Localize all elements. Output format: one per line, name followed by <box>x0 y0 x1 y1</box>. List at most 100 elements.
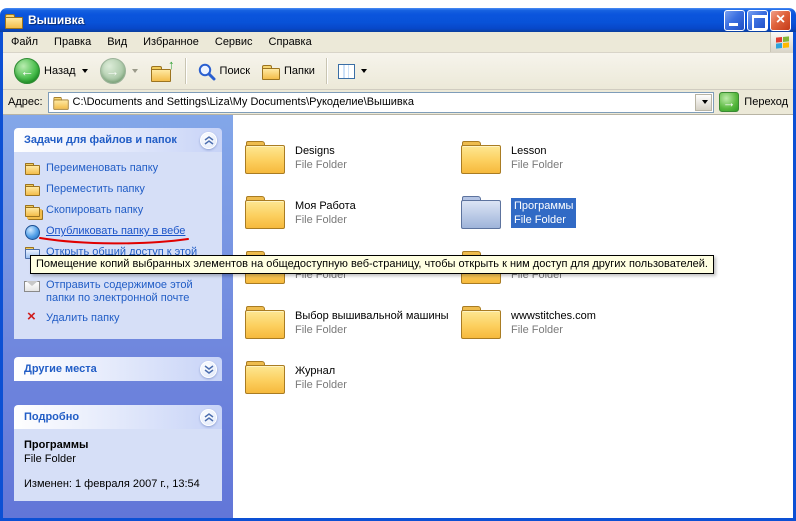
file-tile-lesson[interactable]: LessonFile Folder <box>461 130 677 185</box>
folders-label: Папки <box>284 65 315 77</box>
details-header[interactable]: Подробно <box>14 405 222 429</box>
forward-dropdown-icon <box>132 69 138 73</box>
file-tile-designs[interactable]: DesignsFile Folder <box>245 130 461 185</box>
menubar: Файл Правка Вид Избранное Сервис Справка <box>3 32 793 53</box>
file-tile-vybor-mashiny[interactable]: Выбор вышивальной машиныFile Folder <box>245 295 461 350</box>
toolbar-separator <box>326 58 327 84</box>
addressbar: Адрес: Переход <box>3 90 793 115</box>
address-field <box>48 92 715 113</box>
back-button[interactable]: Назад <box>9 56 93 86</box>
address-label: Адрес: <box>8 96 43 108</box>
minimize-button[interactable] <box>724 10 745 31</box>
task-item-move-folder[interactable]: Переместить папку <box>24 183 218 197</box>
folder-icon <box>461 306 503 339</box>
task-item-copy-folder[interactable]: Скопировать папку <box>24 204 218 218</box>
content: Задачи для файлов и папок Переименовать … <box>3 115 793 518</box>
expand-button[interactable] <box>200 361 217 378</box>
details-modified: Изменен: 1 февраля 2007 г., 13:54 <box>24 478 218 490</box>
folder-icon <box>245 306 287 339</box>
menu-item-edit[interactable]: Правка <box>46 32 99 52</box>
views-button[interactable] <box>333 62 372 81</box>
chevron-up-icon <box>204 413 214 422</box>
file-name: wwwstitches.com <box>511 309 596 323</box>
window-folder-icon <box>5 13 23 28</box>
publish-web-icon <box>24 225 40 239</box>
folder-icon <box>461 141 503 174</box>
file-type: File Folder <box>295 378 347 392</box>
rename-folder-icon <box>24 162 40 176</box>
other-places-header[interactable]: Другие места <box>14 357 222 381</box>
up-folder-icon: ↑ <box>150 62 174 81</box>
file-type: File Folder <box>514 213 573 227</box>
file-name: Программы <box>514 199 573 213</box>
email-icon <box>24 279 40 293</box>
task-item-delete-folder[interactable]: Удалить папку <box>24 312 218 326</box>
details-body: Программы File Folder Изменен: 1 февраля… <box>14 429 222 501</box>
details-panel: Подробно Программы File Folder Изменен: … <box>14 405 222 501</box>
sidebar: Задачи для файлов и папок Переименовать … <box>3 115 233 518</box>
folder-icon <box>245 141 287 174</box>
task-label: Опубликовать папку в вебе <box>46 225 185 239</box>
task-item-rename-folder[interactable]: Переименовать папку <box>24 162 218 176</box>
up-button[interactable]: ↑ <box>145 60 179 83</box>
go-button[interactable] <box>719 92 739 112</box>
file-tile-wwwstitches[interactable]: wwwstitches.comFile Folder <box>461 295 677 350</box>
dropdown-arrow-icon <box>702 100 708 104</box>
folders-button[interactable]: Папки <box>257 62 320 81</box>
chevron-up-icon <box>204 136 214 145</box>
collapse-button[interactable] <box>200 409 217 426</box>
file-type: File Folder <box>295 213 356 227</box>
task-item-email-folder[interactable]: Отправить содержимое этой папки по элект… <box>24 279 218 305</box>
task-label: Скопировать папку <box>46 204 143 218</box>
chevron-down-icon <box>204 365 214 374</box>
files-area: DesignsFile Folder LessonFile Folder Моя… <box>233 115 793 518</box>
back-label: Назад <box>44 65 76 77</box>
search-button[interactable]: Поиск <box>192 60 255 83</box>
file-tile-programmy[interactable]: ПрограммыFile Folder <box>461 185 677 240</box>
back-arrow-icon <box>14 58 40 84</box>
task-item-publish-to-web[interactable]: Опубликовать папку в вебе <box>24 225 218 239</box>
search-icon <box>197 62 216 81</box>
task-label: Удалить папку <box>46 312 120 326</box>
task-label: Переместить папку <box>46 183 145 197</box>
folders-icon <box>262 64 280 79</box>
tasks-panel-title: Задачи для файлов и папок <box>24 134 177 146</box>
toolbar-separator <box>185 58 186 84</box>
toolbar: Назад ↑ Поиск Папки <box>3 53 793 90</box>
maximize-button[interactable] <box>747 10 768 31</box>
windows-logo-icon <box>770 32 793 52</box>
close-button[interactable] <box>770 10 791 31</box>
file-tile-zhurnal[interactable]: ЖурналFile Folder <box>245 350 461 405</box>
folder-icon <box>245 361 287 394</box>
address-input[interactable] <box>73 96 693 108</box>
menu-item-tools[interactable]: Сервис <box>207 32 261 52</box>
file-type: File Folder <box>295 323 449 337</box>
titlebar: Вышивка <box>0 8 796 32</box>
file-name: Моя Работа <box>295 199 356 213</box>
menu-item-view[interactable]: Вид <box>99 32 135 52</box>
menu-item-favorites[interactable]: Избранное <box>135 32 207 52</box>
window-body: Файл Правка Вид Избранное Сервис Справка… <box>0 32 796 521</box>
file-tile-moya-rabota[interactable]: Моя РаботаFile Folder <box>245 185 461 240</box>
search-label: Поиск <box>220 65 250 77</box>
forward-button[interactable] <box>95 56 143 86</box>
address-dropdown-button[interactable] <box>695 94 712 111</box>
task-label: Переименовать папку <box>46 162 158 176</box>
tasks-panel-body: Переименовать папку Переместить папку Ск… <box>14 152 222 339</box>
folder-icon-selected <box>461 196 503 229</box>
folder-icon <box>245 196 287 229</box>
file-name: Журнал <box>295 364 347 378</box>
forward-arrow-icon <box>100 58 126 84</box>
task-label: Отправить содержимое этой папки по элект… <box>46 279 212 305</box>
delete-folder-icon <box>24 312 40 326</box>
address-folder-icon <box>53 96 68 109</box>
file-name: Выбор вышивальной машины <box>295 309 449 323</box>
collapse-button[interactable] <box>200 132 217 149</box>
details-type: File Folder <box>24 453 218 465</box>
tasks-panel-header[interactable]: Задачи для файлов и папок <box>14 128 222 152</box>
menu-item-file[interactable]: Файл <box>3 32 46 52</box>
back-dropdown-icon[interactable] <box>82 69 88 73</box>
file-name: Lesson <box>511 144 563 158</box>
menu-item-help[interactable]: Справка <box>261 32 320 52</box>
window-title: Вышивка <box>28 13 724 27</box>
